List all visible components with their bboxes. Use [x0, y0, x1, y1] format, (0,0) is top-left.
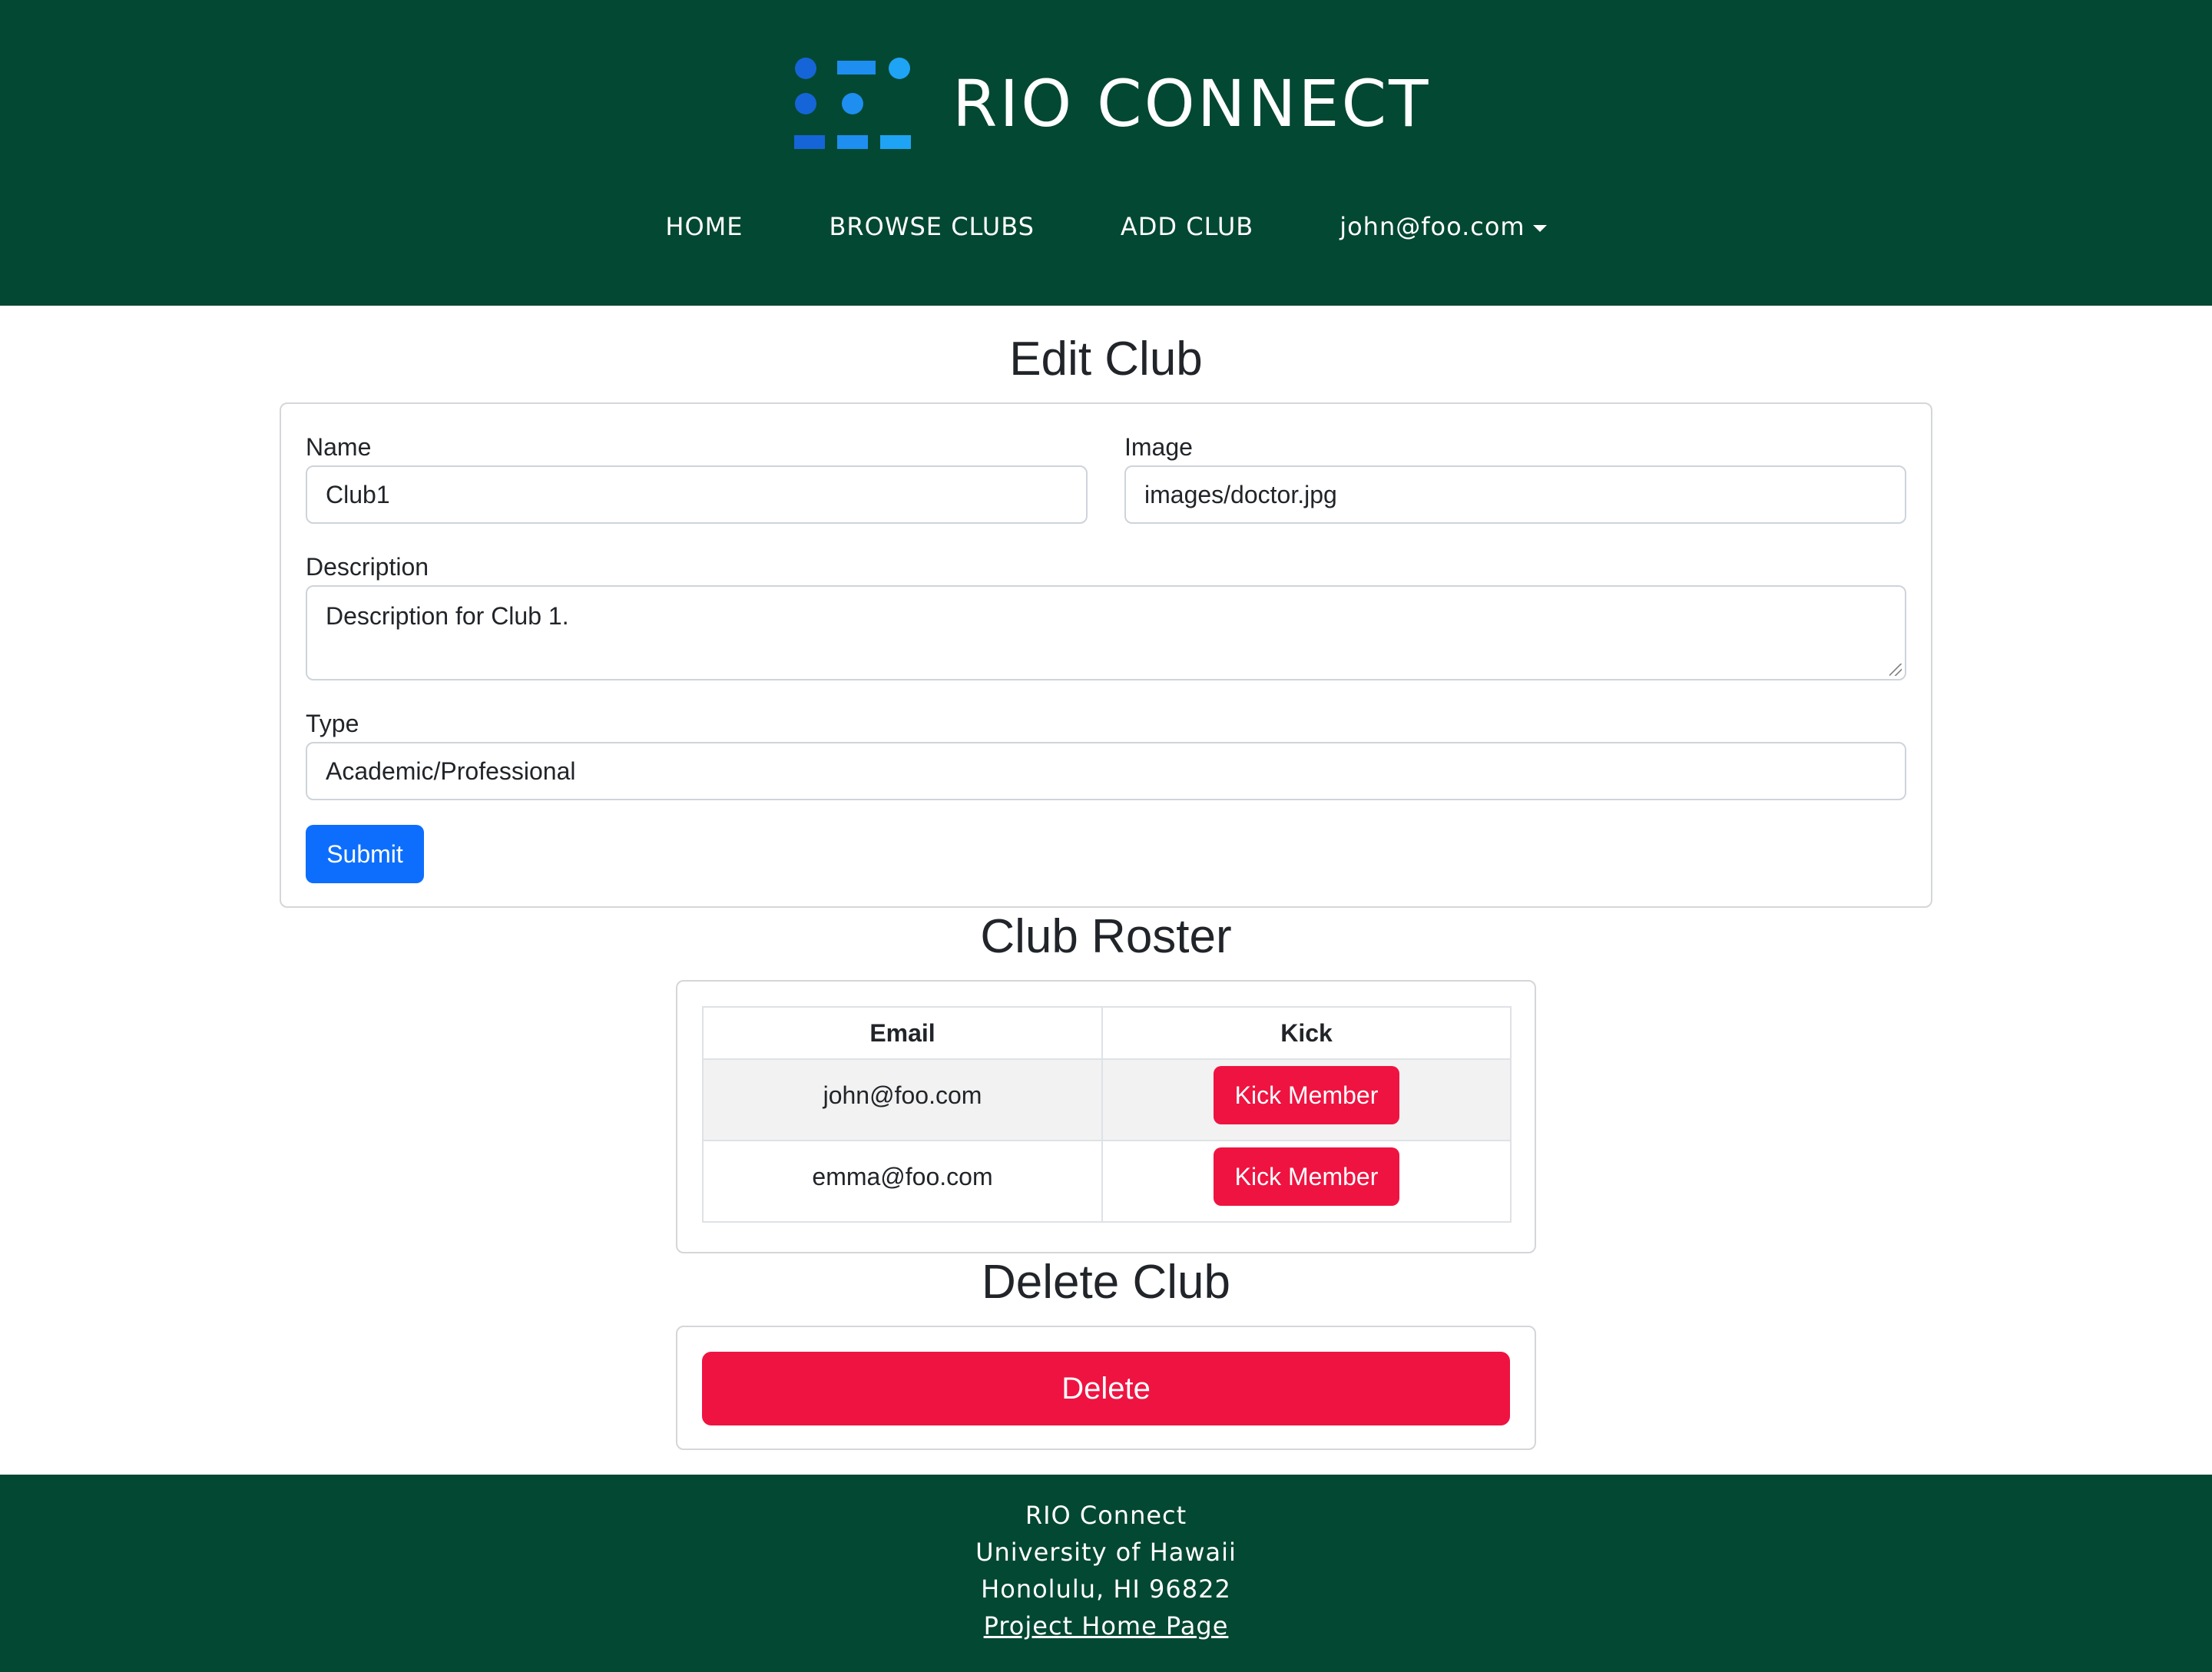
roster-table: Email Kick john@foo.com Kick Member emma… [702, 1006, 1512, 1223]
table-row: emma@foo.com Kick Member [702, 1140, 1512, 1223]
delete-club-button[interactable]: Delete [702, 1352, 1510, 1425]
delete-card: Delete [676, 1326, 1536, 1450]
brand[interactable]: RIO CONNECT [794, 54, 1430, 154]
name-label: Name [306, 433, 372, 461]
column-header-email: Email [702, 1006, 1103, 1060]
chevron-down-icon [1532, 224, 1547, 232]
description-textarea[interactable]: Description for Club 1. [306, 585, 1906, 680]
footer-address: Honolulu, HI 96822 [981, 1574, 1231, 1604]
kick-member-button[interactable]: Kick Member [1214, 1066, 1399, 1124]
member-email: john@foo.com [702, 1058, 1103, 1141]
description-label: Description [306, 553, 429, 581]
kick-cell: Kick Member [1101, 1140, 1512, 1223]
member-email: emma@foo.com [702, 1140, 1103, 1223]
type-label: Type [306, 710, 359, 737]
roster-card: Email Kick john@foo.com Kick Member emma… [676, 980, 1536, 1253]
nav-add-club[interactable]: ADD CLUB [1121, 212, 1253, 241]
description-text: Description for Club 1. [326, 602, 569, 630]
table-row: john@foo.com Kick Member [702, 1058, 1512, 1141]
submit-button[interactable]: Submit [306, 825, 424, 883]
nav-browse-clubs[interactable]: BROWSE CLUBS [829, 212, 1034, 241]
resize-handle-icon[interactable] [1889, 664, 1902, 676]
kick-member-button[interactable]: Kick Member [1214, 1147, 1399, 1206]
kick-cell: Kick Member [1101, 1058, 1512, 1141]
edit-club-form: Name Club1 Image images/doctor.jpg Descr… [280, 402, 1932, 908]
delete-club-title: Delete Club [982, 1256, 1230, 1309]
member-email-text: john@foo.com [823, 1081, 982, 1109]
site-footer: RIO Connect University of Hawaii Honolul… [0, 1475, 2212, 1672]
column-header-kick: Kick [1101, 1006, 1512, 1060]
member-email-text: emma@foo.com [812, 1163, 993, 1190]
site-header: RIO CONNECT HOME BROWSE CLUBS ADD CLUB j… [0, 0, 2212, 306]
footer-university: University of Hawaii [975, 1538, 1237, 1567]
rio-logo-icon [794, 58, 911, 149]
user-dropdown[interactable]: john@foo.com [1339, 212, 1547, 241]
user-email: john@foo.com [1339, 212, 1525, 241]
main-nav: HOME BROWSE CLUBS ADD CLUB john@foo.com [0, 207, 2212, 246]
edit-club-title: Edit Club [1009, 333, 1203, 386]
club-roster-title: Club Roster [980, 910, 1232, 963]
image-label: Image [1124, 433, 1193, 461]
name-input[interactable]: Club1 [306, 465, 1088, 524]
image-input[interactable]: images/doctor.jpg [1124, 465, 1906, 524]
project-home-link[interactable]: Project Home Page [984, 1611, 1229, 1641]
type-select[interactable]: Academic/Professional [306, 742, 1906, 800]
footer-org-name: RIO Connect [1025, 1501, 1187, 1530]
table-header-row: Email Kick [702, 1006, 1512, 1060]
brand-title: RIO CONNECT [952, 66, 1431, 141]
nav-home[interactable]: HOME [665, 212, 743, 241]
